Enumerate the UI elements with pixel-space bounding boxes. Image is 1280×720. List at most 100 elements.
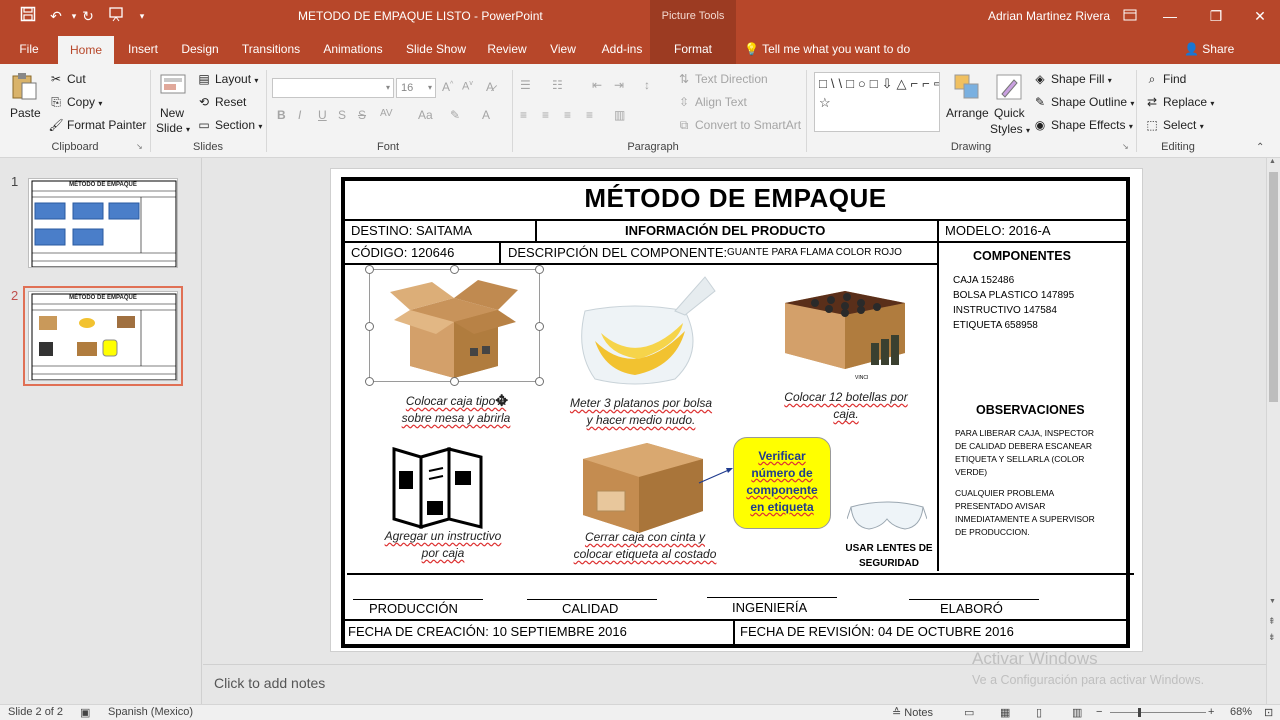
slideshow-view-icon[interactable]: ▥ (1072, 706, 1082, 719)
text-direction-button[interactable]: ⇅ Text Direction (676, 72, 768, 86)
notes-placeholder[interactable]: Click to add notes (214, 675, 325, 691)
previous-slide-icon[interactable]: ⇞ (1268, 616, 1276, 627)
tab-add-ins[interactable]: Add-ins (594, 32, 650, 64)
select-button[interactable]: ⬚ Select ▾ (1144, 118, 1203, 132)
slide-thumbnail-2[interactable]: MÉTODO DE EMPAQUE (23, 286, 183, 386)
columns-icon[interactable]: ▥ (614, 108, 625, 122)
font-size-box[interactable]: 16 ▾ (396, 78, 436, 98)
tell-me-search[interactable]: 💡 Tell me what you want to do (744, 32, 910, 64)
zoom-level[interactable]: 68% (1230, 706, 1252, 718)
fit-to-window-icon[interactable]: ⊡ (1264, 706, 1273, 719)
shadow-button[interactable]: S (338, 108, 346, 122)
ribbon-display-options-icon[interactable] (1120, 6, 1140, 26)
drawing-launcher-icon[interactable]: ↘ (1122, 142, 1129, 151)
resize-handle[interactable] (365, 322, 374, 331)
paste-icon[interactable] (8, 70, 40, 100)
shape-fill-button[interactable]: ◈ Shape Fill ▾ (1032, 72, 1111, 86)
new-slide-label[interactable]: New (160, 106, 184, 120)
firma-ingenieria[interactable]: INGENIERÍA (732, 600, 807, 615)
align-text-button[interactable]: ⇳ Align Text (676, 95, 747, 109)
line-spacing-icon[interactable]: ↕ (644, 78, 650, 92)
tab-format[interactable]: Format (650, 32, 736, 64)
clipboard-launcher-icon[interactable]: ↘ (136, 142, 143, 151)
convert-smartart-button[interactable]: ⧉ Convert to SmartArt (676, 118, 801, 133)
new-slide-button[interactable]: Slide ▾ (156, 121, 190, 135)
connector-arrow[interactable] (697, 457, 737, 487)
italic-button[interactable]: I (298, 108, 301, 122)
zoom-slider-track[interactable] (1110, 712, 1206, 713)
step2-caption[interactable]: Meter 3 platanos por bolsa y hacer medio… (553, 395, 729, 429)
bullets-icon[interactable]: ☰ (520, 78, 531, 92)
format-painter-button[interactable]: 🖌 Format Painter (48, 118, 146, 132)
highlight-icon[interactable]: ✎ (450, 108, 460, 122)
tab-view[interactable]: View (540, 32, 586, 64)
arrange-icon[interactable] (952, 72, 984, 102)
fecha-revision[interactable]: FECHA DE REVISIÓN: 04 DE OCTUBRE 2016 (740, 624, 1014, 639)
numbering-icon[interactable]: ☷ (552, 78, 563, 92)
step5-caption[interactable]: Cerrar caja con cinta y colocar etiqueta… (565, 529, 725, 563)
tab-slide-show[interactable]: Slide Show (400, 32, 472, 64)
scroll-up-icon[interactable]: ▲ (1269, 158, 1276, 165)
next-slide-icon[interactable]: ⇟ (1268, 632, 1276, 643)
notes-toggle[interactable]: ≙ Notes (892, 706, 933, 719)
tab-transitions[interactable]: Transitions (236, 32, 306, 64)
strikethrough-button[interactable]: S (358, 108, 366, 122)
verificar-callout[interactable]: Verificar número de componente en etique… (733, 437, 831, 529)
codigo-field[interactable]: CÓDIGO: 120646 (351, 245, 454, 260)
firma-calidad[interactable]: CALIDAD (562, 601, 618, 616)
reset-button[interactable]: ⟲ Reset (196, 95, 246, 109)
language-indicator[interactable]: Spanish (Mexico) (108, 706, 193, 718)
align-center-icon[interactable]: ≡ (542, 108, 549, 122)
normal-view-icon[interactable]: ▭ (964, 706, 974, 719)
componente-item[interactable]: INSTRUCTIVO 147584 (953, 303, 1057, 318)
close-icon[interactable]: ✕ (1250, 6, 1270, 26)
scroll-down-icon[interactable]: ▼ (1269, 598, 1276, 605)
share-button[interactable]: 👤 Share (1184, 32, 1234, 64)
change-case-icon[interactable]: Aa (418, 108, 433, 122)
componente-item[interactable]: ETIQUETA 658958 (953, 318, 1038, 333)
tab-insert[interactable]: Insert (120, 32, 166, 64)
resize-handle[interactable] (535, 265, 544, 274)
decrease-font-icon[interactable]: Av (462, 80, 473, 93)
increase-indent-icon[interactable]: ⇥ (614, 78, 624, 92)
observacion-2[interactable]: CUALQUIER PROBLEMA PRESENTADO AVISAR INM… (955, 487, 1101, 539)
step3-caption[interactable]: Colocar 12 botellas por caja. (769, 389, 923, 423)
componentes-heading[interactable]: COMPONENTES (973, 249, 1071, 263)
new-slide-icon[interactable] (158, 70, 190, 100)
slide-title[interactable]: MÉTODO DE EMPAQUE (345, 183, 1126, 214)
tab-file[interactable]: File (10, 32, 48, 64)
align-right-icon[interactable]: ≡ (564, 108, 571, 122)
undo-icon[interactable]: ↶ (46, 6, 66, 26)
slide-canvas[interactable]: MÉTODO DE EMPAQUE DESTINO: SAITAMA INFOR… (330, 168, 1143, 652)
shape-outline-button[interactable]: ✎ Shape Outline ▾ (1032, 95, 1134, 109)
vertical-scrollbar[interactable]: ▲ ▼ ⇞ ⇟ (1266, 158, 1280, 704)
reading-view-icon[interactable]: ▯ (1036, 706, 1042, 719)
slide-sorter-icon[interactable]: ▦ (1000, 706, 1010, 719)
firma-elaboro[interactable]: ELABORÓ (940, 601, 1003, 616)
customize-toolbar-icon[interactable]: ▾ (132, 6, 152, 26)
componente-item[interactable]: CAJA 152486 (953, 273, 1014, 288)
tab-design[interactable]: Design (174, 32, 226, 64)
underline-button[interactable]: U (318, 108, 327, 122)
clear-formatting-icon[interactable]: A̷ (486, 80, 494, 94)
tab-home[interactable]: Home (58, 36, 114, 64)
quick-styles-icon[interactable] (994, 72, 1026, 102)
resize-handle[interactable] (535, 322, 544, 331)
destino-field[interactable]: DESTINO: SAITAMA (351, 223, 472, 238)
decrease-indent-icon[interactable]: ⇤ (592, 78, 602, 92)
lentes-caption[interactable]: USAR LENTES DE SEGURIDAD (841, 541, 937, 571)
quick-styles-button[interactable]: Styles ▾ (990, 122, 1030, 136)
resize-handle[interactable] (535, 377, 544, 386)
redo-icon[interactable]: ↻ (78, 6, 98, 26)
scrollbar-thumb[interactable] (1269, 172, 1278, 402)
zoom-slider-thumb[interactable] (1138, 708, 1141, 717)
paste-button[interactable]: Paste (10, 106, 41, 120)
quick-styles-label[interactable]: Quick (994, 106, 1025, 120)
find-button[interactable]: ⌕ Find (1144, 72, 1187, 87)
layout-button[interactable]: ▤ Layout ▾ (196, 72, 258, 86)
resize-handle[interactable] (450, 377, 459, 386)
slide-editing-area[interactable]: MÉTODO DE EMPAQUE DESTINO: SAITAMA INFOR… (203, 158, 1266, 664)
step1-caption[interactable]: Colocar caja tipo A sobre mesa y abrirla (371, 393, 541, 427)
resize-handle[interactable] (450, 265, 459, 274)
section-button[interactable]: ▭ Section ▾ (196, 118, 262, 132)
